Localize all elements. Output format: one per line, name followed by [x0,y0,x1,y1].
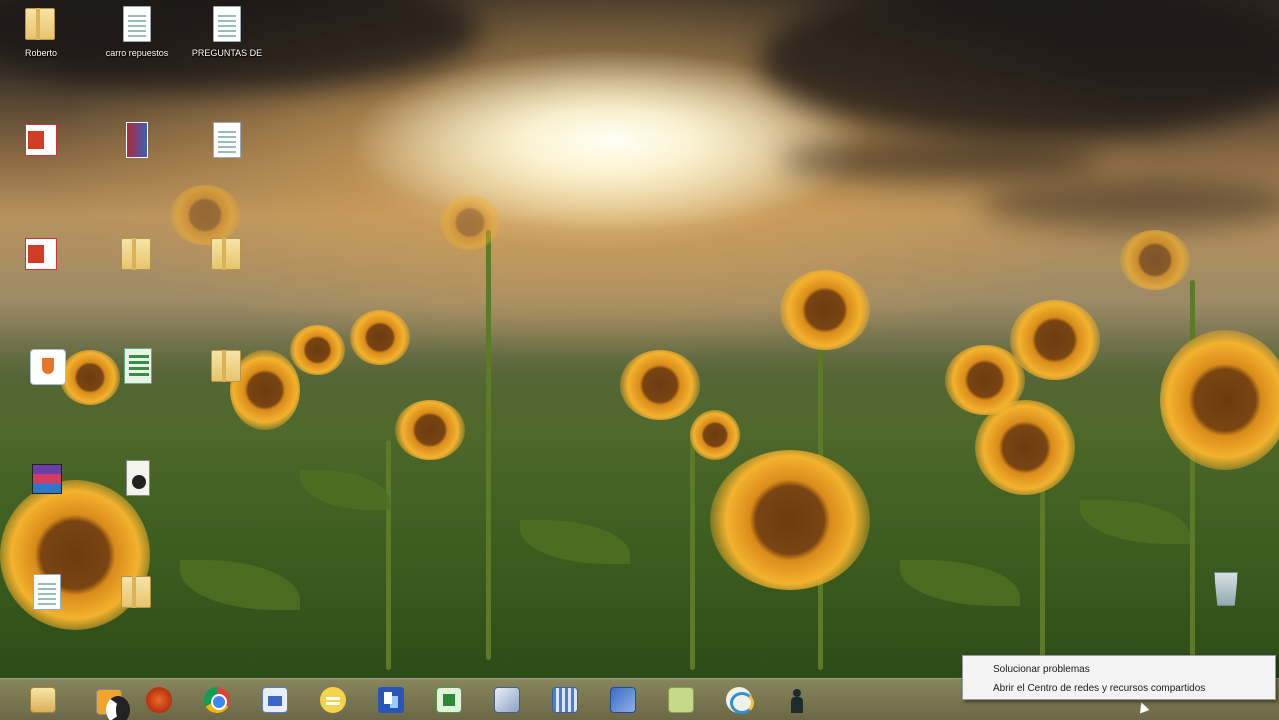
desktop-icon-doc-2[interactable] [186,120,268,164]
folder-icon [22,4,60,44]
taskbar-virtualbox[interactable] [594,682,652,718]
desktop-icon-carro-repuestos[interactable]: carro repuestos [96,4,178,59]
book-icon [118,120,156,160]
taskbar-app-red[interactable] [130,682,188,718]
sunflower [620,350,700,420]
recycle-bin-icon [1206,572,1244,612]
winrar-icon [28,458,66,498]
office-icon [22,234,60,274]
sunflower [780,270,870,350]
menu-item-troubleshoot[interactable]: Solucionar problemas [963,660,1275,679]
folder-icon [208,346,246,386]
document-icon [208,4,246,44]
desktop-icon-sheet[interactable] [96,346,178,390]
taskbar-file-explorer[interactable] [14,682,72,718]
desktop-icon-folder-3[interactable] [186,234,268,278]
desktop-icon-label: carro repuestos [105,48,169,58]
stem [486,230,491,660]
person-icon [784,687,810,713]
red-circle-icon [146,686,172,713]
grid-icon [552,686,578,713]
folder-icon [30,686,56,713]
folder-icon [118,234,156,274]
taskbar-chat-app[interactable] [304,682,362,718]
spreadsheet-icon [436,686,462,713]
menu-item-network-center[interactable]: Abrir el Centro de redes y recursos comp… [963,679,1275,698]
document-icon [28,572,66,612]
sunflower [1160,330,1279,470]
spreadsheet-icon [118,346,156,386]
desktop-icon-winrar[interactable] [6,458,88,502]
taskbar-spreadsheet-app[interactable] [420,682,478,718]
sunflower [1120,230,1190,290]
desktop-icon-folder-2[interactable] [96,234,178,278]
sunflower [395,400,465,460]
ie-icon [726,686,754,714]
chat-icon [320,686,346,713]
desktop-icon-java-app[interactable] [6,346,88,390]
folder-icon [208,234,246,274]
sunflower [350,310,410,365]
cube-icon [494,686,520,713]
sunflower [290,325,345,375]
taskbar-person-app[interactable] [768,682,826,718]
desktop-icon-doc-3[interactable] [6,572,88,616]
desktop-icon-recycle-bin[interactable] [1184,572,1266,616]
sunflower [440,195,500,250]
cloud [780,140,1100,180]
network-icon [378,686,404,713]
taskbar-chrome[interactable] [188,682,246,718]
taskbar-cube-app[interactable] [478,682,536,718]
desktop-icon-folder-4[interactable] [186,346,268,390]
desktop-icon-media-file[interactable] [96,458,178,502]
desktop-icon-office-2[interactable] [0,234,82,278]
sunflower [690,410,740,460]
document-icon [262,686,288,713]
taskbar-document-app[interactable] [246,682,304,718]
sunflower [710,450,870,590]
media-file-icon [118,458,156,498]
stem [690,430,695,670]
sunflower [1010,300,1100,380]
desktop-icon-label: Roberto [24,48,58,58]
cloud [980,180,1279,230]
document-icon [118,4,156,44]
chrome-icon [204,686,230,713]
desktop-icon-folder-5[interactable] [96,572,178,616]
notes-icon [668,686,694,713]
office-icon [22,120,60,160]
java-icon [28,346,66,386]
desktop-icon-preguntas[interactable]: PREGUNTAS DE [186,4,268,59]
taskbar-internet-explorer[interactable] [710,682,768,718]
folder-icon [118,572,156,612]
taskbar-media-player[interactable] [72,682,130,720]
desktop-icon-roberto[interactable]: Roberto [0,4,82,59]
virtualbox-icon [610,686,636,713]
desktop-icon-label: PREGUNTAS DE [191,48,263,58]
desktop-icon-book[interactable] [96,120,178,164]
document-icon [208,120,246,160]
stem [386,440,391,670]
taskbar-notes-app[interactable] [652,682,710,718]
play-icon [96,688,130,720]
taskbar-network-app[interactable] [362,682,420,718]
desktop-icon-office-1[interactable] [0,120,82,164]
taskbar-grid-app[interactable] [536,682,594,718]
network-context-menu: Solucionar problemas Abrir el Centro de … [962,655,1276,700]
